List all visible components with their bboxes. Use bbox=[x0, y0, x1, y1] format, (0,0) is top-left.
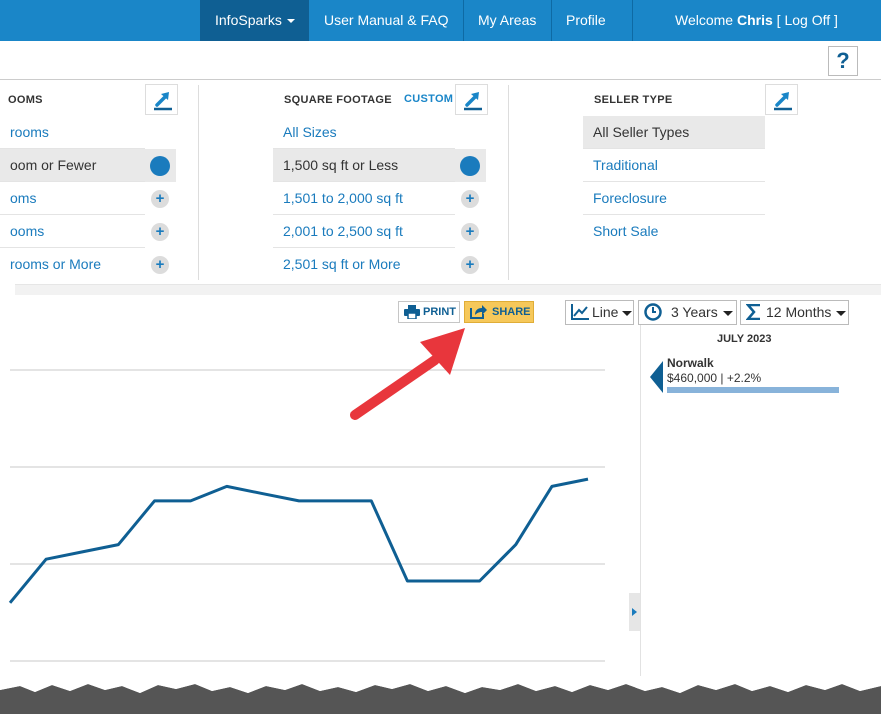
bedrooms-selected-control[interactable] bbox=[145, 149, 176, 182]
print-label: PRINT bbox=[423, 306, 456, 318]
user-name: Chris bbox=[736, 12, 773, 28]
caret-down-icon bbox=[286, 19, 295, 24]
bedrooms-title: OOMS bbox=[8, 94, 43, 106]
legend-series-name[interactable]: Norwalk bbox=[667, 356, 714, 370]
sqft-option-1501-2000[interactable]: 1,501 to 2,000 sq ft bbox=[273, 182, 455, 215]
bedrooms-option-3[interactable]: ooms bbox=[0, 215, 145, 248]
bedrooms-option-fewer[interactable]: oom or Fewer bbox=[0, 149, 145, 182]
custom-link[interactable]: CUSTOM bbox=[404, 93, 453, 105]
caret-down-icon bbox=[836, 311, 846, 316]
sqft-add-control[interactable]: + bbox=[455, 215, 486, 248]
nav-infosparks[interactable]: InfoSparks bbox=[215, 0, 295, 41]
legend-pointer-icon bbox=[650, 361, 663, 393]
bedrooms-edit-button[interactable] bbox=[145, 84, 178, 115]
seller-option-all[interactable]: All Seller Types bbox=[583, 116, 765, 149]
logoff-link[interactable]: [ Log Off ] bbox=[773, 12, 838, 28]
sqft-add-control[interactable]: + bbox=[455, 248, 486, 281]
series-line bbox=[8, 477, 589, 604]
sigma-icon bbox=[746, 304, 760, 320]
legend-series-value: $460,000 | +2.2% bbox=[667, 371, 762, 385]
filters-top-border bbox=[0, 79, 881, 80]
rolling-dropdown[interactable]: 12 Months bbox=[740, 300, 849, 325]
nav-user-manual[interactable]: User Manual & FAQ bbox=[324, 0, 449, 41]
nav-my-areas[interactable]: My Areas bbox=[478, 0, 536, 41]
plus-icon: + bbox=[461, 190, 479, 208]
selected-dot-icon bbox=[460, 156, 480, 176]
column-divider bbox=[508, 85, 509, 280]
torn-edge bbox=[0, 676, 881, 714]
column-divider bbox=[198, 85, 199, 280]
nav-infosparks-label: InfoSparks bbox=[215, 12, 282, 28]
filters-collapse-bar[interactable] bbox=[15, 284, 881, 295]
legend-panel-border bbox=[640, 325, 641, 695]
line-chart bbox=[8, 369, 605, 662]
seller-option-foreclosure[interactable]: Foreclosure bbox=[583, 182, 765, 215]
legend-date: JULY 2023 bbox=[717, 333, 772, 345]
bedrooms-add-control[interactable]: + bbox=[145, 182, 176, 215]
bedrooms-option-2[interactable]: oms bbox=[0, 182, 145, 215]
rolling-label: 12 Months bbox=[766, 304, 832, 320]
nav-divider bbox=[632, 0, 633, 41]
series-points bbox=[10, 479, 588, 603]
plus-icon: + bbox=[461, 256, 479, 274]
plus-icon: + bbox=[151, 223, 169, 241]
line-chart-icon bbox=[571, 304, 589, 320]
caret-down-icon bbox=[723, 311, 733, 316]
bedrooms-option-more[interactable]: rooms or More bbox=[0, 248, 145, 281]
welcome-text: Welcome Chris [ Log Off ] bbox=[675, 0, 838, 41]
nav-profile[interactable]: Profile bbox=[566, 0, 606, 41]
square-footage-edit-button[interactable] bbox=[455, 84, 488, 115]
edit-arrow-icon bbox=[154, 92, 172, 111]
bedrooms-add-control[interactable]: + bbox=[145, 215, 176, 248]
sqft-option-2001-2500[interactable]: 2,001 to 2,500 sq ft bbox=[273, 215, 455, 248]
printer-icon bbox=[404, 305, 420, 319]
help-button[interactable]: ? bbox=[828, 46, 858, 76]
plus-icon: + bbox=[151, 256, 169, 274]
chevron-right-icon bbox=[632, 608, 637, 616]
sqft-selected-control[interactable] bbox=[455, 149, 486, 182]
selected-dot-icon bbox=[150, 156, 170, 176]
period-dropdown[interactable]: 3 Years bbox=[638, 300, 737, 325]
legend-expand-tab[interactable] bbox=[629, 593, 640, 631]
nav-divider bbox=[463, 0, 464, 41]
edit-arrow-icon bbox=[464, 92, 482, 111]
seller-type-title: SELLER TYPE bbox=[594, 94, 673, 106]
seller-type-edit-button[interactable] bbox=[765, 84, 798, 115]
welcome-prefix: Welcome bbox=[675, 12, 737, 28]
plus-icon: + bbox=[151, 190, 169, 208]
seller-option-short-sale[interactable]: Short Sale bbox=[583, 215, 765, 248]
clock-icon bbox=[644, 303, 662, 321]
legend-series-bar bbox=[667, 387, 839, 393]
share-icon bbox=[470, 305, 487, 319]
sqft-option-1500-or-less[interactable]: 1,500 sq ft or Less bbox=[273, 149, 455, 182]
square-footage-title: SQUARE FOOTAGE bbox=[284, 94, 392, 106]
chart-type-dropdown[interactable]: Line bbox=[565, 300, 634, 325]
plus-icon: + bbox=[461, 223, 479, 241]
edit-arrow-icon bbox=[774, 92, 792, 111]
sqft-option-2501-more[interactable]: 2,501 sq ft or More bbox=[273, 248, 455, 281]
period-label: 3 Years bbox=[671, 304, 718, 320]
chart-type-label: Line bbox=[592, 304, 619, 320]
bedrooms-option-all[interactable]: rooms bbox=[0, 116, 145, 149]
nav-divider bbox=[551, 0, 552, 41]
bedrooms-add-control[interactable]: + bbox=[145, 248, 176, 281]
sqft-add-control[interactable]: + bbox=[455, 182, 486, 215]
sqft-option-all[interactable]: All Sizes bbox=[273, 116, 455, 149]
caret-down-icon bbox=[622, 311, 632, 316]
share-label: SHARE bbox=[492, 306, 531, 318]
annotation-arrow bbox=[350, 328, 465, 420]
seller-option-traditional[interactable]: Traditional bbox=[583, 149, 765, 182]
